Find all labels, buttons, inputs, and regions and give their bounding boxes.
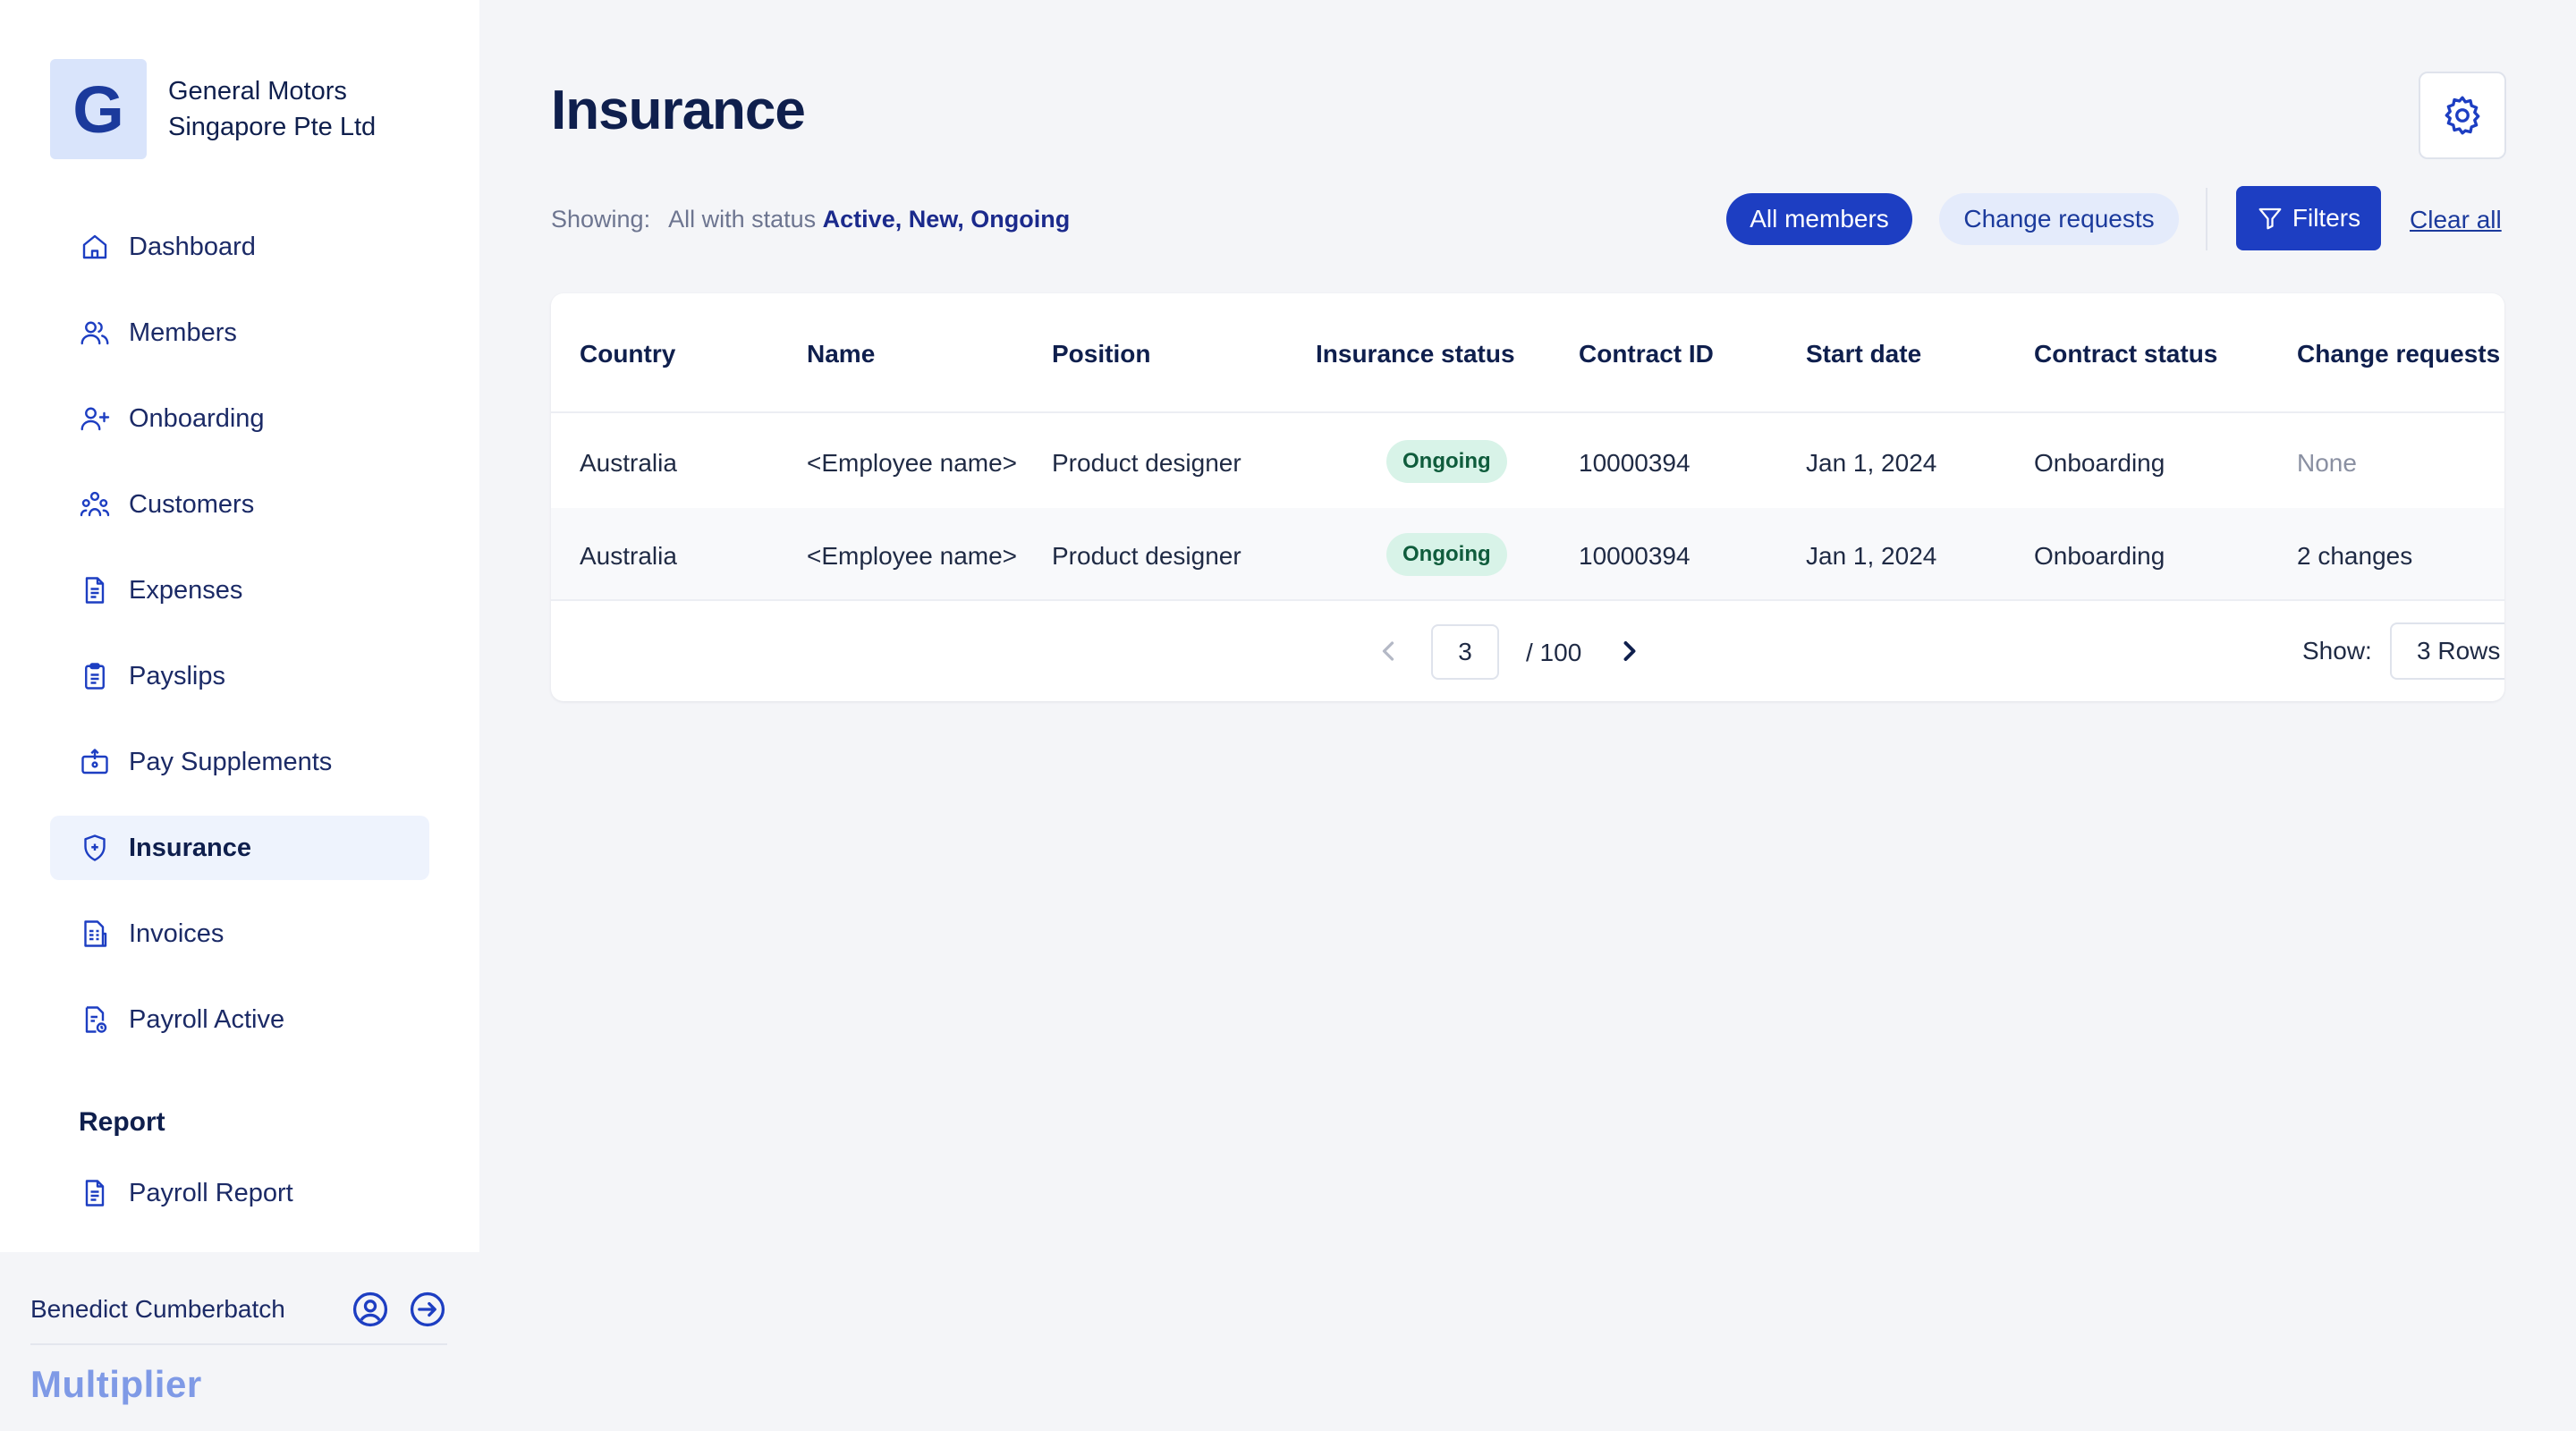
table-header: Country Name Position Insurance status C… xyxy=(551,293,2504,413)
home-icon xyxy=(82,234,107,259)
user-name: Benedict Cumberbatch xyxy=(30,1295,285,1323)
filters-button[interactable]: Filters xyxy=(2236,186,2381,250)
column-header-start-date[interactable]: Start date xyxy=(1806,340,1921,368)
sidebar-item-label: Expenses xyxy=(129,575,243,605)
shield-icon xyxy=(84,834,106,861)
table-row[interactable]: Australia <Employee name> Product design… xyxy=(551,508,2504,601)
settings-button[interactable] xyxy=(2419,72,2506,159)
user-row: Benedict Cumberbatch xyxy=(30,1277,447,1342)
column-header-contract-id[interactable]: Contract ID xyxy=(1579,340,1714,368)
page-title: Insurance xyxy=(551,80,806,141)
sidebar-item-invoices[interactable]: Invoices xyxy=(50,902,429,966)
org-header[interactable]: G General Motors Singapore Pte Ltd xyxy=(50,59,436,159)
cell-change-requests: None xyxy=(2297,449,2357,477)
chevron-left-icon[interactable] xyxy=(1372,635,1404,667)
report-nav: Payroll Report xyxy=(50,1161,429,1247)
sidebar-footer: Benedict Cumberbatch Multiplier xyxy=(0,1252,479,1431)
sidebar-item-label: Pay Supplements xyxy=(129,747,333,776)
sidebar-item-expenses[interactable]: Expenses xyxy=(50,558,429,622)
main-content: Insurance Showing: All with status Activ… xyxy=(479,0,2576,1431)
cell-start-date: Jan 1, 2024 xyxy=(1806,449,1937,477)
sidebar: G General Motors Singapore Pte Ltd Dashb… xyxy=(0,0,479,1431)
sidebar-nav: Dashboard Members Onboarding Customers E… xyxy=(50,215,429,1073)
gear-icon xyxy=(2445,96,2480,135)
org-name: General Motors Singapore Pte Ltd xyxy=(168,77,377,141)
showing-prefix: All with status xyxy=(668,206,817,233)
nav-section-report: Report xyxy=(79,1107,165,1137)
cell-change-requests: 2 changes xyxy=(2297,542,2413,570)
sidebar-item-customers[interactable]: Customers xyxy=(50,472,429,537)
rows-per-page-select[interactable]: 3 Rows xyxy=(2390,622,2504,680)
page-total: / 100 xyxy=(1526,639,1582,666)
toolbar-divider xyxy=(2206,188,2207,250)
sidebar-item-payroll-active[interactable]: Payroll Active xyxy=(50,987,429,1052)
column-header-position[interactable]: Position xyxy=(1052,340,1150,368)
org-logo: G xyxy=(50,59,147,159)
sidebar-item-pay-supplements[interactable]: Pay Supplements xyxy=(50,730,429,794)
rows-per-page-label: Show: xyxy=(2302,637,2372,665)
sidebar-item-dashboard[interactable]: Dashboard xyxy=(50,215,429,279)
sidebar-item-onboarding[interactable]: Onboarding xyxy=(50,386,429,451)
cell-contract-id: 10000394 xyxy=(1579,449,1690,477)
table-row[interactable]: Australia <Employee name> Product design… xyxy=(551,415,2504,508)
user-plus-icon xyxy=(80,407,110,431)
sidebar-item-label: Payroll Report xyxy=(129,1178,293,1207)
filter-summary: Showing: All with status Active, New, On… xyxy=(551,206,1070,233)
profile-icon[interactable] xyxy=(351,1290,390,1329)
report-icon xyxy=(85,1180,105,1207)
payroll-icon xyxy=(85,1006,107,1033)
sidebar-item-label: Payroll Active xyxy=(129,1004,285,1034)
cell-country: Australia xyxy=(580,449,677,477)
chevron-right-icon[interactable] xyxy=(1614,635,1646,667)
sidebar-item-label: Onboarding xyxy=(129,403,265,433)
sidebar-item-label: Dashboard xyxy=(129,232,256,261)
briefcase-icon xyxy=(81,749,108,775)
sidebar-item-label: Customers xyxy=(129,489,255,519)
footer-divider xyxy=(30,1343,447,1345)
cell-name: <Employee name> xyxy=(807,449,1018,477)
all-members-tab[interactable]: All members xyxy=(1726,193,1912,245)
insurance-table: Country Name Position Insurance status C… xyxy=(551,293,2504,701)
cell-contract-id: 10000394 xyxy=(1579,542,1690,570)
column-header-country[interactable]: Country xyxy=(580,340,675,368)
sidebar-item-payslips[interactable]: Payslips xyxy=(50,644,429,708)
change-requests-tab[interactable]: Change requests xyxy=(1939,193,2179,245)
sidebar-item-members[interactable]: Members xyxy=(50,301,429,365)
rows-per-page-value: 3 Rows xyxy=(2417,637,2501,665)
users-icon xyxy=(80,321,109,345)
cell-position: Product designer xyxy=(1052,449,1241,477)
sidebar-item-payroll-report[interactable]: Payroll Report xyxy=(50,1161,429,1225)
brand-logo: Multiplier xyxy=(30,1363,202,1405)
sidebar-item-label: Payslips xyxy=(129,661,225,690)
logout-icon[interactable] xyxy=(408,1290,447,1329)
showing-label: Showing: xyxy=(551,206,651,233)
showing-status: Active, New, Ongoing xyxy=(822,206,1071,233)
clipboard-icon xyxy=(85,663,105,690)
sidebar-item-label: Invoices xyxy=(129,919,225,948)
column-header-change-requests[interactable]: Change requests xyxy=(2297,340,2500,368)
clear-all-link[interactable]: Clear all xyxy=(2410,206,2502,234)
status-badge: Ongoing xyxy=(1386,533,1507,576)
cell-start-date: Jan 1, 2024 xyxy=(1806,542,1937,570)
sidebar-item-label: Members xyxy=(129,318,237,347)
cell-contract-status: Onboarding xyxy=(2034,449,2165,477)
pagination: / 100 Show: 3 Rows xyxy=(551,603,2504,701)
document-icon xyxy=(85,577,105,604)
cell-contract-status: Onboarding xyxy=(2034,542,2165,570)
sidebar-item-insurance[interactable]: Insurance xyxy=(50,816,429,880)
status-badge: Ongoing xyxy=(1386,440,1507,483)
cell-position: Product designer xyxy=(1052,542,1241,570)
filter-icon xyxy=(2258,207,2282,230)
page-number-input[interactable] xyxy=(1431,624,1499,680)
sidebar-item-label: Insurance xyxy=(129,833,251,862)
column-header-contract-status[interactable]: Contract status xyxy=(2034,340,2217,368)
column-header-name[interactable]: Name xyxy=(807,340,875,368)
customers-icon xyxy=(80,491,110,517)
filters-label: Filters xyxy=(2292,204,2361,232)
column-header-insurance-status[interactable]: Insurance status xyxy=(1316,340,1515,368)
cell-name: <Employee name> xyxy=(807,542,1018,570)
invoice-icon xyxy=(84,920,107,947)
cell-country: Australia xyxy=(580,542,677,570)
